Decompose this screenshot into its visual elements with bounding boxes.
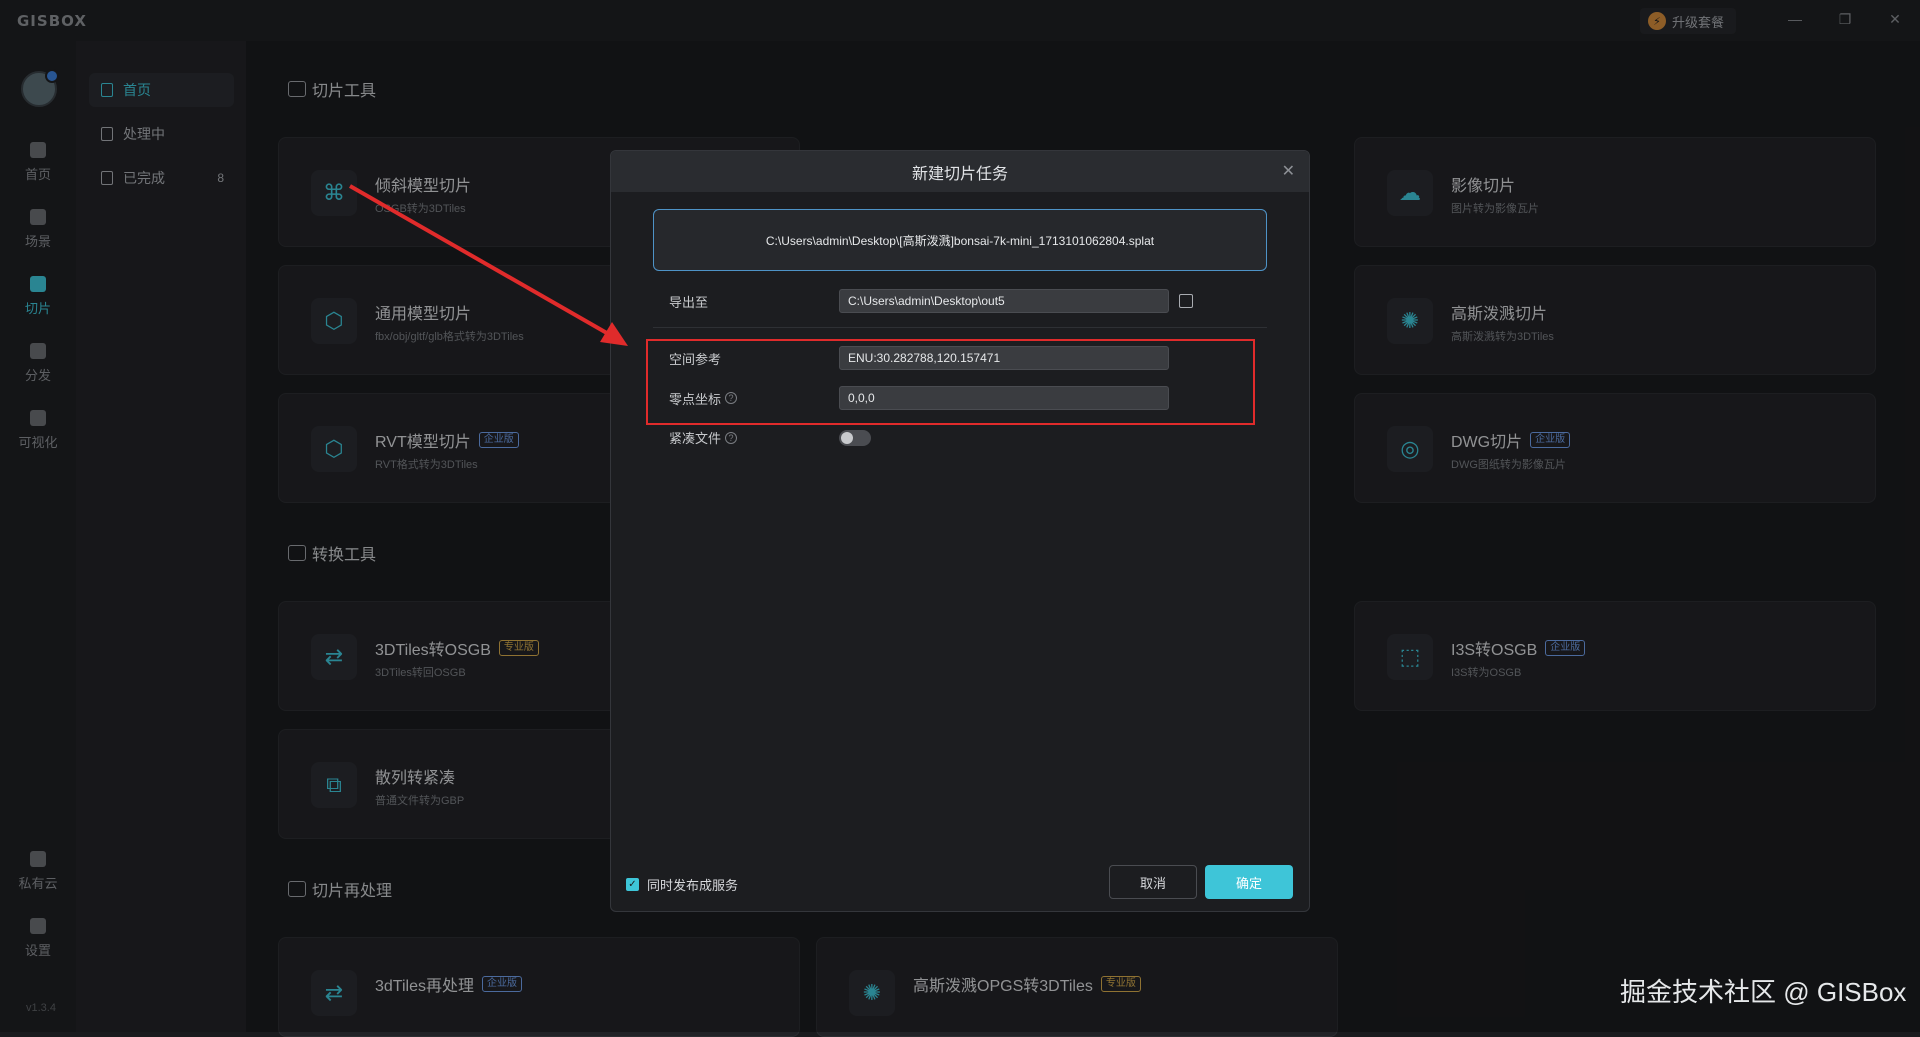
- watermark: 掘金技术社区 @ GISBox: [1620, 977, 1907, 1007]
- annotation-arrow: [349, 184, 628, 346]
